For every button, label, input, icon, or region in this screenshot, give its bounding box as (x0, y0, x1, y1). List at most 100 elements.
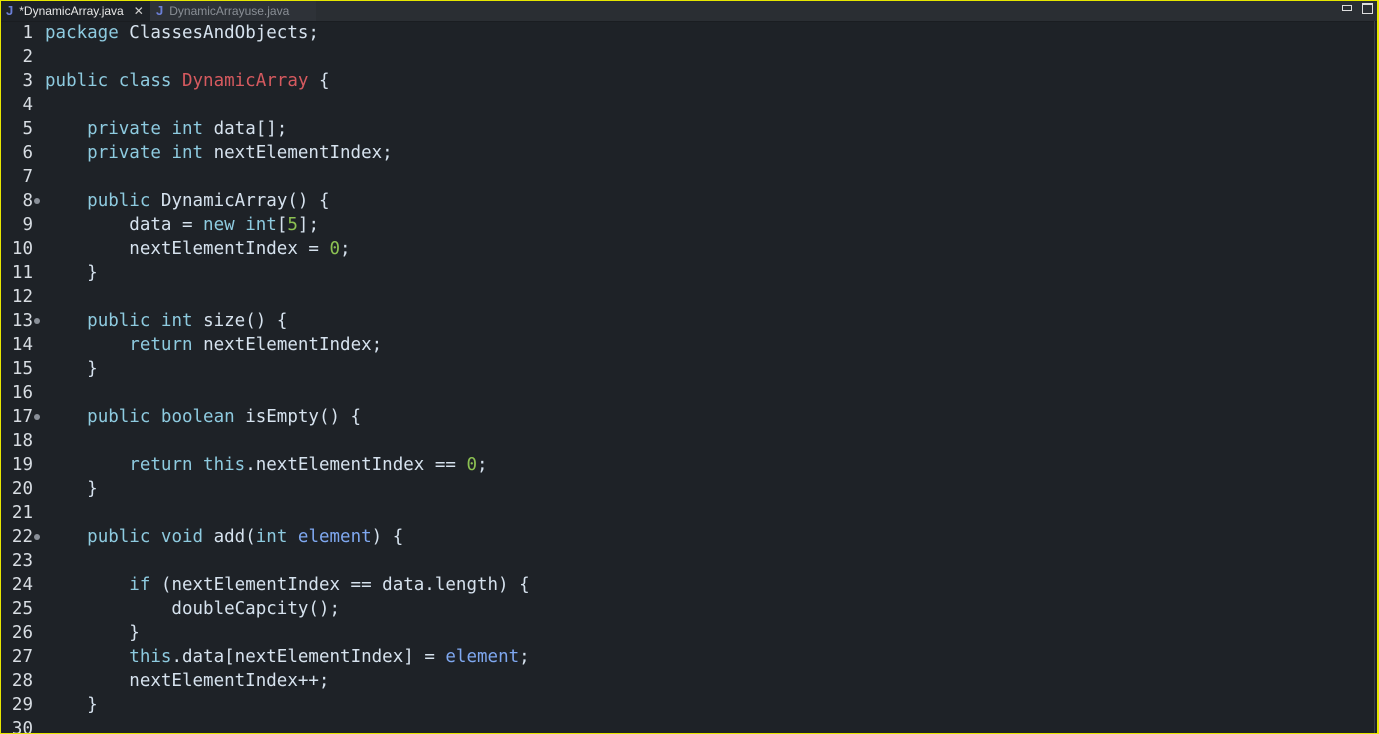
code-line: 30 (0, 717, 1379, 734)
line-number: 13 (11, 311, 33, 331)
line-number: 26 (11, 623, 33, 643)
code-text: public void add(int element) { (45, 525, 403, 549)
token-plain: ; (519, 647, 530, 667)
vertical-scrollbar[interactable] (1374, 21, 1375, 734)
maximize-icon[interactable] (1362, 3, 1373, 14)
java-file-icon: J (156, 3, 164, 18)
code-editor[interactable]: 1 package ClassesAndObjects; 2 3 public clas… (0, 21, 1379, 734)
token-plain: } (45, 479, 98, 499)
fold-toggle-icon[interactable] (34, 318, 40, 324)
tab-label: *DynamicArray.java (19, 3, 124, 18)
line-number: 19 (11, 455, 33, 475)
code-line: 28 nextElementIndex++; (0, 669, 1379, 693)
minimize-icon[interactable] (1342, 5, 1352, 11)
line-number: 7 (22, 167, 33, 187)
token-kw: public void (87, 527, 214, 547)
line-number: 24 (11, 575, 33, 595)
code-line: 26 } (0, 621, 1379, 645)
token-num: 0 (329, 239, 341, 259)
code-line: 16 (0, 381, 1379, 405)
code-text: if (nextElementIndex == data.length) { (45, 573, 530, 597)
token-plain: DynamicArray() { (160, 191, 330, 211)
tab-dynamicarrayuse[interactable]: J DynamicArrayuse.java (150, 0, 316, 21)
code-text: public boolean isEmpty() { (45, 405, 361, 429)
token-kw: int (255, 527, 298, 547)
code-text: public int size() { (45, 309, 287, 333)
tab-dynamicarray[interactable]: J *DynamicArray.java ✕ (0, 0, 150, 21)
line-number: 1 (22, 23, 33, 43)
code-line: 17 public boolean isEmpty() { (0, 405, 1379, 429)
code-line: 2 (0, 45, 1379, 69)
token-num: 0 (466, 455, 478, 475)
java-file-icon: J (6, 3, 14, 18)
code-line: 11 } (0, 261, 1379, 285)
code-line: 8 public DynamicArray() { (0, 189, 1379, 213)
line-number: 18 (11, 431, 33, 451)
code-text: } (45, 621, 140, 645)
close-icon[interactable]: ✕ (134, 4, 144, 18)
token-plain: nextElementIndex; (213, 143, 393, 163)
token-kw: return this (129, 455, 246, 475)
code-text: return this.nextElementIndex == 0; (45, 453, 488, 477)
token-kw: private int (87, 143, 214, 163)
code-line: 23 (0, 549, 1379, 573)
token-plain: { (308, 71, 330, 91)
code-line: 10 nextElementIndex = 0; (0, 237, 1379, 261)
token-plain: (nextElementIndex == data.length) { (160, 575, 530, 595)
token-plain: size() { (203, 311, 288, 331)
token-plain: nextElementIndex; (203, 335, 383, 355)
code-text: private int nextElementIndex; (45, 141, 393, 165)
code-line: 5 private int data[]; (0, 117, 1379, 141)
code-line: 25 doubleCapcity(); (0, 597, 1379, 621)
code-text: data = new int[5]; (45, 213, 319, 237)
line-number: 30 (11, 719, 33, 734)
token-plain: doubleCapcity(); (45, 599, 341, 619)
line-number: 9 (22, 215, 33, 235)
code-line: 3 public class DynamicArray { (0, 69, 1379, 93)
token-kw: return (129, 335, 204, 355)
token-plain: ; (477, 455, 488, 475)
code-text: } (45, 357, 98, 381)
token-plain: .nextElementIndex == (245, 455, 467, 475)
token-plain: } (45, 695, 98, 715)
code-text: nextElementIndex++; (45, 669, 329, 693)
token-kw: if (129, 575, 161, 595)
token-plain: data[]; (213, 119, 288, 139)
code-line: 24 if (nextElementIndex == data.length) … (0, 573, 1379, 597)
token-kw: new int (203, 215, 277, 235)
code-text: package ClassesAndObjects; (45, 21, 319, 45)
fold-toggle-icon[interactable] (34, 414, 40, 420)
token-plain: nextElementIndex = (45, 239, 330, 259)
code-line: 29 } (0, 693, 1379, 717)
token-plain: ) { (371, 527, 404, 547)
code-text: public DynamicArray() { (45, 189, 330, 213)
fold-toggle-icon[interactable] (34, 198, 40, 204)
code-line: 1 package ClassesAndObjects; (0, 21, 1379, 45)
code-line: 21 (0, 501, 1379, 525)
code-line: 14 return nextElementIndex; (0, 333, 1379, 357)
code-text: } (45, 261, 98, 285)
line-number: 2 (22, 47, 33, 67)
code-line: 4 (0, 93, 1379, 117)
token-plain: } (45, 359, 98, 379)
code-text: return nextElementIndex; (45, 333, 382, 357)
token-plain: } (45, 623, 140, 643)
code-text: doubleCapcity(); (45, 597, 340, 621)
token-plain: .data[nextElementIndex] = (171, 647, 446, 667)
line-number: 25 (11, 599, 33, 619)
editor-tab-bar: J *DynamicArray.java ✕ J DynamicArrayuse… (0, 0, 1379, 22)
token-param: element (445, 647, 520, 667)
line-number: 15 (11, 359, 33, 379)
fold-toggle-icon[interactable] (34, 534, 40, 540)
line-number: 8 (22, 191, 33, 211)
line-number: 11 (11, 263, 33, 283)
token-plain: } (45, 263, 98, 283)
code-text: private int data[]; (45, 117, 287, 141)
token-kw: public (87, 191, 161, 211)
code-line: 19 return this.nextElementIndex == 0; (0, 453, 1379, 477)
